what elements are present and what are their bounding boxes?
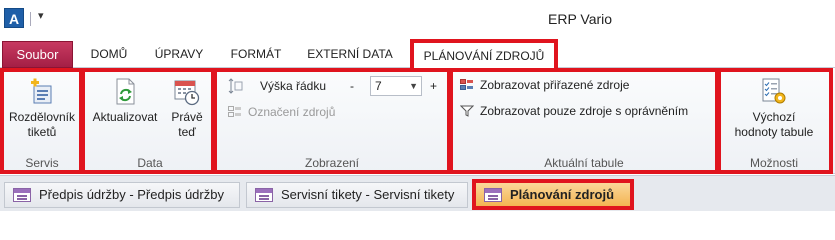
resource-mark-icon (228, 106, 241, 117)
title-bar: A ▾ ERP Vario (0, 0, 835, 40)
group-label-view: Zobrazení (304, 156, 360, 170)
group-label-data: Data (137, 156, 163, 170)
tab-home[interactable]: DOMŮ (84, 40, 134, 68)
group-divider (213, 72, 214, 170)
tab-file[interactable]: Soubor (2, 41, 73, 68)
form-icon (484, 188, 502, 202)
default-table-values-button[interactable]: Výchozí hodnoty tabule (722, 78, 826, 140)
calendar-clock-icon (174, 80, 200, 106)
row-height-value: 7 (375, 79, 382, 93)
doc-tab-maintenance[interactable]: Předpis údržby - Předpis údržby (4, 182, 240, 208)
right-now-label-2: teď (178, 125, 196, 139)
quick-access-dropdown-icon[interactable]: ▾ (38, 9, 44, 22)
window-title: ERP Vario (548, 11, 613, 27)
show-assigned-resources-label: Zobrazovat přiřazené zdroje (480, 78, 630, 92)
resource-mark-label: Označení zdrojů (248, 105, 336, 119)
tab-external-data[interactable]: EXTERNÍ DATA (305, 40, 395, 68)
resource-mark-button[interactable]: Označení zdrojů (228, 105, 335, 119)
group-divider (449, 72, 450, 170)
form-icon (255, 188, 273, 202)
tab-resource-planning[interactable]: PLÁNOVÁNÍ ZDROJŮ (410, 39, 558, 69)
row-height-combo[interactable]: 7 ▼ (370, 76, 422, 96)
doc-tab-service-tickets[interactable]: Servisní tikety - Servisní tikety (246, 182, 468, 208)
document-tabs: Předpis údržby - Předpis údržby Servisní… (0, 175, 835, 211)
default-table-values-label-1: Výchozí (752, 110, 796, 124)
form-icon (13, 188, 31, 202)
group-label-options: Možnosti (749, 156, 799, 170)
doc-tab-label: Plánování zdrojů (510, 187, 615, 202)
show-authorized-resources-label: Zobrazovat pouze zdroje s oprávněním (480, 104, 689, 118)
ticket-splitter-label-1: Rozdělovník (8, 110, 76, 124)
ticket-splitter-button[interactable]: Rozdělovník tiketů (6, 78, 78, 140)
group-divider (81, 72, 82, 170)
ribbon-tabs: Soubor DOMŮ ÚPRAVY FORMÁT EXTERNÍ DATA P… (0, 39, 835, 69)
doc-tab-label: Servisní tikety - Servisní tikety (281, 187, 455, 202)
quick-access-separator (30, 12, 31, 26)
refresh-button[interactable]: Aktualizovat (88, 78, 162, 125)
checklist-gear-icon (762, 78, 786, 104)
right-now-label-1: Právě (171, 110, 203, 124)
group-label-current-table: Aktuální tabule (544, 156, 624, 170)
ticket-splitter-icon (31, 78, 52, 104)
chevron-down-icon: ▼ (409, 81, 418, 91)
refresh-label: Aktualizovat (92, 110, 158, 124)
row-height-label: Výška řádku (260, 79, 327, 93)
row-height-icon (228, 78, 243, 94)
default-table-values-label-2: hodnoty tabule (734, 125, 814, 139)
app-logo[interactable]: A (4, 8, 24, 28)
ticket-splitter-label-2: tiketů (27, 125, 57, 139)
filter-icon (460, 105, 474, 117)
right-now-button[interactable]: Právě teď (165, 78, 209, 140)
row-height-increase-button[interactable]: + (430, 79, 437, 93)
show-authorized-resources-button[interactable]: Zobrazovat pouze zdroje s oprávněním (460, 104, 688, 118)
group-divider (717, 72, 718, 170)
group-label-servis: Servis (25, 156, 59, 170)
refresh-icon (116, 78, 135, 105)
tab-edit[interactable]: ÚPRAVY (150, 40, 208, 68)
doc-tab-label: Předpis údržby - Předpis údržby (39, 187, 224, 202)
ribbon-panel: Rozdělovník tiketů Servis Aktualizovat P… (0, 68, 835, 174)
show-assigned-resources-button[interactable]: Zobrazovat přiřazené zdroje (460, 78, 629, 92)
highlight-divider (79, 68, 85, 174)
assigned-resources-icon (460, 79, 473, 90)
row-height-decrease-button[interactable]: - (350, 79, 354, 93)
tab-format[interactable]: FORMÁT (225, 40, 287, 68)
doc-tab-resource-planning[interactable]: Plánování zdrojů (472, 179, 634, 210)
